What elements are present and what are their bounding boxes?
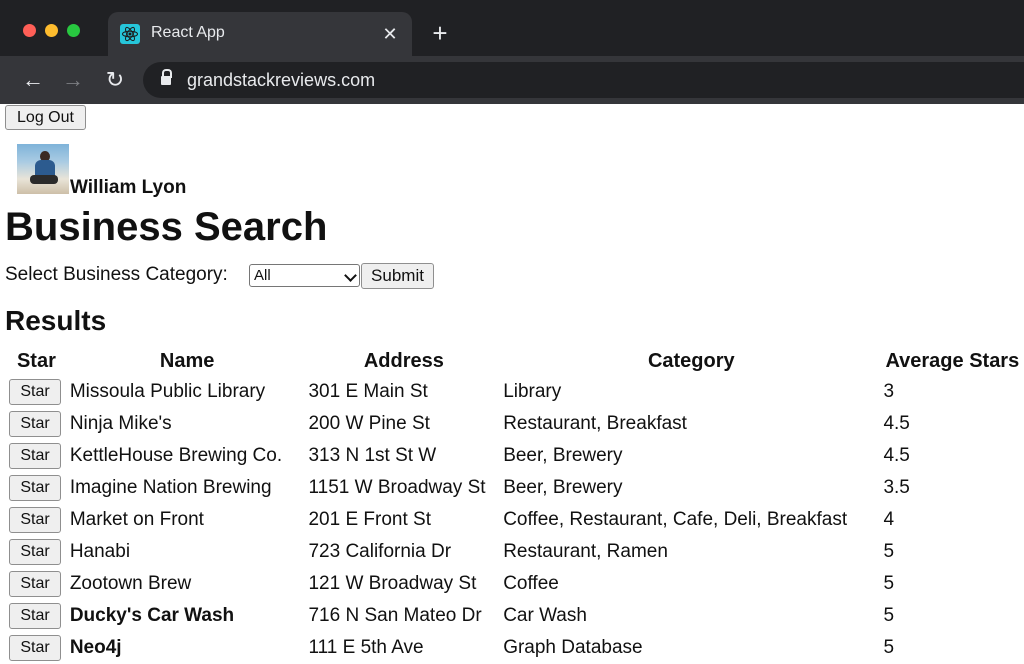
column-header-average-stars: Average Stars: [885, 350, 1020, 372]
star-button[interactable]: Star: [9, 475, 61, 501]
business-category: Library: [503, 381, 562, 402]
table-row: Star Ninja Mike's 200 W Pine St Restaurant,…: [5, 408, 1024, 440]
business-address: 1151 W Broadway St: [308, 477, 486, 498]
business-name: Ducky's Car Wash: [69, 605, 235, 626]
business-name: Missoula Public Library: [69, 381, 266, 402]
business-address: 200 W Pine St: [308, 413, 430, 434]
chevron-down-icon: [344, 269, 357, 282]
category-select[interactable]: All: [249, 264, 360, 287]
browser-chrome: React App ✕ + ← → ↻ grandstackreviews.co…: [0, 0, 1024, 104]
business-category: Beer, Brewery: [503, 445, 623, 466]
column-header-name: Name: [159, 350, 215, 372]
business-average-stars: 5: [883, 573, 895, 594]
close-tab-icon[interactable]: ✕: [378, 22, 402, 46]
business-name: Imagine Nation Brewing: [69, 477, 272, 498]
star-cell: Star: [5, 504, 68, 536]
table-row: Star Imagine Nation Brewing 1151 W Broadwa…: [5, 472, 1024, 504]
star-cell: Star: [5, 440, 68, 472]
business-category: Restaurant, Ramen: [503, 541, 668, 562]
business-name: Market on Front: [69, 509, 204, 530]
business-average-stars: 5: [883, 637, 895, 658]
page-title: Business Search: [5, 205, 328, 249]
table-row: Star Missoula Public Library 301 E Main St…: [5, 376, 1024, 408]
results-body: Star Missoula Public Library 301 E Main St…: [5, 376, 1024, 664]
star-button[interactable]: Star: [9, 507, 61, 533]
business-name: Zootown Brew: [69, 573, 192, 594]
star-button[interactable]: Star: [9, 539, 61, 565]
star-button[interactable]: Star: [9, 571, 61, 597]
reload-icon[interactable]: ↻: [102, 67, 128, 93]
business-name: Neo4j: [69, 637, 122, 658]
address-bar[interactable]: grandstackreviews.com: [143, 62, 1024, 98]
column-header-category: Category: [647, 350, 735, 372]
table-row: Star Ducky's Car Wash 716 N San Mateo Dr Ca…: [5, 600, 1024, 632]
business-average-stars: 5: [883, 605, 895, 626]
business-category: Coffee: [503, 573, 559, 594]
business-address: 301 E Main St: [308, 381, 428, 402]
maximize-window-icon[interactable]: [67, 24, 80, 37]
star-button[interactable]: Star: [9, 443, 61, 469]
business-address: 201 E Front St: [308, 509, 431, 530]
table-header-row: Star Name Address Category Average Stars: [5, 347, 1024, 376]
minimize-window-icon[interactable]: [45, 24, 58, 37]
results-table: Star Name Address Category Average Stars…: [5, 347, 1024, 664]
business-average-stars: 4.5: [883, 413, 910, 434]
business-address: 111 E 5th Ave: [308, 637, 424, 658]
tab-title: React App: [151, 24, 225, 41]
star-cell: Star: [5, 600, 68, 632]
category-select-value: All: [254, 267, 271, 284]
category-label: Select Business Category:: [5, 264, 228, 285]
business-average-stars: 4: [883, 509, 895, 530]
business-address: 716 N San Mateo Dr: [308, 605, 482, 626]
logout-button[interactable]: Log Out: [5, 105, 86, 130]
business-average-stars: 3.5: [883, 477, 910, 498]
browser-tab[interactable]: React App ✕: [108, 12, 412, 56]
business-average-stars: 4.5: [883, 445, 910, 466]
star-cell: Star: [5, 632, 68, 664]
new-tab-icon[interactable]: +: [426, 20, 454, 48]
url-text[interactable]: grandstackreviews.com: [187, 70, 375, 91]
business-category: Beer, Brewery: [503, 477, 623, 498]
business-name: Ninja Mike's: [69, 413, 172, 434]
star-cell: Star: [5, 536, 68, 568]
business-average-stars: 3: [883, 381, 895, 402]
avatar: [17, 144, 69, 194]
lock-icon[interactable]: [161, 69, 172, 86]
forward-arrow-icon[interactable]: →: [60, 67, 86, 93]
business-name: Hanabi: [69, 541, 131, 562]
table-row: Star Neo4j 111 E 5th Ave Graph Database 5: [5, 632, 1024, 664]
business-category: Car Wash: [503, 605, 587, 626]
table-row: Star Market on Front 201 E Front St Coffee,…: [5, 504, 1024, 536]
react-logo-icon: [120, 24, 140, 44]
star-cell: Star: [5, 472, 68, 504]
table-row: Star KettleHouse Brewing Co. 313 N 1st St …: [5, 440, 1024, 472]
business-address: 121 W Broadway St: [308, 573, 477, 594]
business-name: KettleHouse Brewing Co.: [69, 445, 283, 466]
username: William Lyon: [70, 177, 187, 198]
star-button[interactable]: Star: [9, 411, 61, 437]
business-average-stars: 5: [883, 541, 895, 562]
business-category: Coffee, Restaurant, Cafe, Deli, Breakfas…: [503, 509, 848, 530]
close-window-icon[interactable]: [23, 24, 36, 37]
business-address: 313 N 1st St W: [308, 445, 437, 466]
column-header-star: Star: [16, 350, 56, 372]
star-cell: Star: [5, 568, 68, 600]
browser-toolbar: ← → ↻ grandstackreviews.com: [0, 56, 1024, 104]
star-button[interactable]: Star: [9, 603, 61, 629]
business-category: Restaurant, Breakfast: [503, 413, 687, 434]
star-cell: Star: [5, 408, 68, 440]
table-row: Star Hanabi 723 California Dr Restaurant, R…: [5, 536, 1024, 568]
business-address: 723 California Dr: [308, 541, 452, 562]
business-category: Graph Database: [503, 637, 643, 658]
results-title: Results: [5, 305, 107, 336]
submit-button[interactable]: Submit: [361, 263, 434, 289]
star-button[interactable]: Star: [9, 379, 61, 405]
star-cell: Star: [5, 376, 68, 408]
back-arrow-icon[interactable]: ←: [20, 67, 46, 93]
column-header-address: Address: [363, 350, 444, 372]
table-row: Star Zootown Brew 121 W Broadway St Coffee 5: [5, 568, 1024, 600]
star-button[interactable]: Star: [9, 635, 61, 661]
page-content: Log Out William Lyon Business Search Sel…: [0, 104, 1024, 661]
